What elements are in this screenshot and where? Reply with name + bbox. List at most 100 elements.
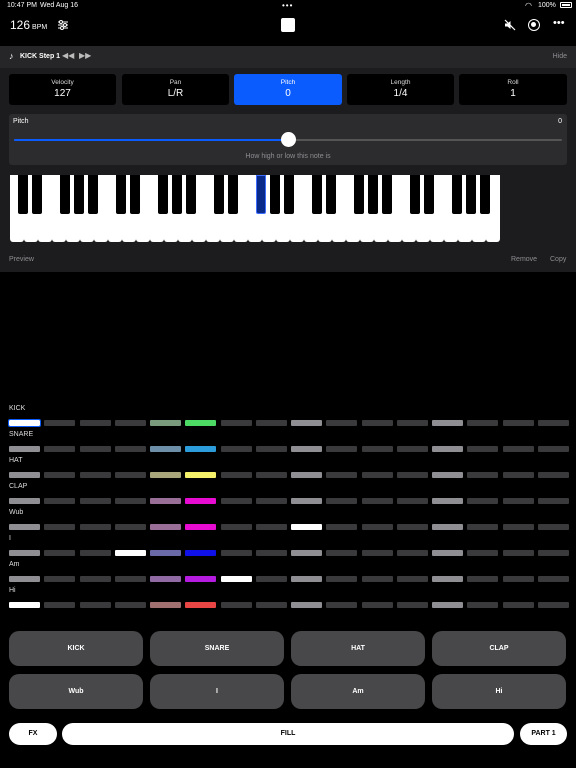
- step-cell[interactable]: [537, 524, 569, 530]
- piano-black-key[interactable]: [88, 175, 98, 214]
- step-cell[interactable]: [291, 420, 322, 426]
- piano-black-key[interactable]: [452, 175, 462, 214]
- drum-pad[interactable]: Am: [291, 674, 425, 709]
- step-cell[interactable]: [502, 576, 534, 582]
- step-cell[interactable]: [396, 472, 428, 478]
- step-cell[interactable]: [150, 602, 181, 608]
- step-cell[interactable]: [537, 420, 569, 426]
- piano-black-key[interactable]: [130, 175, 140, 214]
- step-cell[interactable]: [467, 498, 499, 504]
- step-cell[interactable]: [432, 498, 463, 504]
- step-cell[interactable]: [291, 472, 322, 478]
- step-cell[interactable]: [79, 576, 111, 582]
- fx-button[interactable]: FX: [9, 723, 57, 745]
- step-cell[interactable]: [432, 602, 463, 608]
- step-cell[interactable]: [220, 576, 252, 582]
- step-cell[interactable]: [502, 446, 534, 452]
- step-cell[interactable]: [326, 550, 358, 556]
- step-cell[interactable]: [326, 602, 358, 608]
- piano-black-key[interactable]: [326, 175, 336, 214]
- previous-step-icon[interactable]: ◀◀: [62, 51, 74, 60]
- multitask-dots-icon[interactable]: •••: [282, 1, 293, 10]
- piano-black-key[interactable]: [410, 175, 420, 214]
- piano-black-key[interactable]: [116, 175, 126, 214]
- step-cell[interactable]: [467, 550, 499, 556]
- step-cell[interactable]: [150, 446, 181, 452]
- piano-black-key[interactable]: [228, 175, 238, 214]
- step-cell[interactable]: [361, 576, 393, 582]
- step-cell[interactable]: [185, 446, 217, 452]
- step-cell[interactable]: [537, 602, 569, 608]
- step-cell[interactable]: [185, 602, 217, 608]
- step-cell[interactable]: [432, 472, 463, 478]
- step-cell[interactable]: [114, 602, 146, 608]
- step-cell[interactable]: [79, 550, 111, 556]
- piano-black-key[interactable]: [74, 175, 84, 214]
- step-cell[interactable]: [79, 472, 111, 478]
- step-cell[interactable]: [114, 498, 146, 504]
- step-cell[interactable]: [537, 472, 569, 478]
- step-cell[interactable]: [185, 550, 217, 556]
- step-cell[interactable]: [326, 576, 358, 582]
- drum-pad[interactable]: SNARE: [150, 631, 284, 666]
- param-pitch[interactable]: Pitch 0: [234, 74, 342, 105]
- step-cell[interactable]: [502, 602, 534, 608]
- step-cell[interactable]: [79, 420, 111, 426]
- step-cell[interactable]: [361, 446, 393, 452]
- piano-black-key[interactable]: [270, 175, 280, 214]
- piano-black-key[interactable]: [60, 175, 70, 214]
- param-velocity[interactable]: Velocity 127: [9, 74, 116, 105]
- step-cell[interactable]: [79, 446, 111, 452]
- step-cell[interactable]: [396, 550, 428, 556]
- step-cell[interactable]: [361, 498, 393, 504]
- step-cell[interactable]: [432, 446, 463, 452]
- step-cell[interactable]: [396, 420, 428, 426]
- step-cell[interactable]: [432, 420, 463, 426]
- step-cell[interactable]: [396, 576, 428, 582]
- step-cell[interactable]: [361, 524, 393, 530]
- bpm-display[interactable]: 126 BPM: [10, 18, 47, 32]
- step-cell[interactable]: [255, 498, 287, 504]
- step-cell[interactable]: [467, 576, 499, 582]
- piano-black-key[interactable]: [466, 175, 476, 214]
- piano-black-key[interactable]: [424, 175, 434, 214]
- step-cell[interactable]: [44, 524, 76, 530]
- step-cell[interactable]: [150, 498, 181, 504]
- piano-black-key[interactable]: [186, 175, 196, 214]
- drum-pad[interactable]: CLAP: [432, 631, 566, 666]
- next-step-icon[interactable]: ▶▶: [79, 51, 91, 60]
- step-cell[interactable]: [9, 472, 40, 478]
- piano-black-key[interactable]: [354, 175, 364, 214]
- step-cell[interactable]: [9, 446, 40, 452]
- step-cell[interactable]: [114, 472, 146, 478]
- step-cell[interactable]: [220, 498, 252, 504]
- stop-button[interactable]: [281, 18, 295, 32]
- step-cell[interactable]: [396, 524, 428, 530]
- step-cell[interactable]: [255, 420, 287, 426]
- step-cell[interactable]: [44, 420, 76, 426]
- preview-button[interactable]: Preview: [9, 256, 34, 263]
- piano-black-key[interactable]: [214, 175, 224, 214]
- step-cell[interactable]: [255, 524, 287, 530]
- step-cell[interactable]: [326, 524, 358, 530]
- step-cell[interactable]: [255, 472, 287, 478]
- step-cell[interactable]: [467, 524, 499, 530]
- step-cell[interactable]: [220, 602, 252, 608]
- step-cell[interactable]: [185, 472, 217, 478]
- param-pan[interactable]: Pan L/R: [122, 74, 229, 105]
- step-cell[interactable]: [502, 524, 534, 530]
- step-cell[interactable]: [9, 498, 40, 504]
- piano-black-key[interactable]: [382, 175, 392, 214]
- piano-black-key[interactable]: [172, 175, 182, 214]
- step-cell[interactable]: [220, 420, 252, 426]
- part-button[interactable]: PART 1: [520, 723, 567, 745]
- drum-pad[interactable]: I: [150, 674, 284, 709]
- copy-button[interactable]: Copy: [550, 256, 566, 263]
- step-cell[interactable]: [8, 419, 41, 427]
- piano-black-key[interactable]: [312, 175, 322, 214]
- step-cell[interactable]: [361, 550, 393, 556]
- step-cell[interactable]: [220, 550, 252, 556]
- step-cell[interactable]: [291, 550, 322, 556]
- drum-pad[interactable]: Wub: [9, 674, 143, 709]
- step-cell[interactable]: [361, 602, 393, 608]
